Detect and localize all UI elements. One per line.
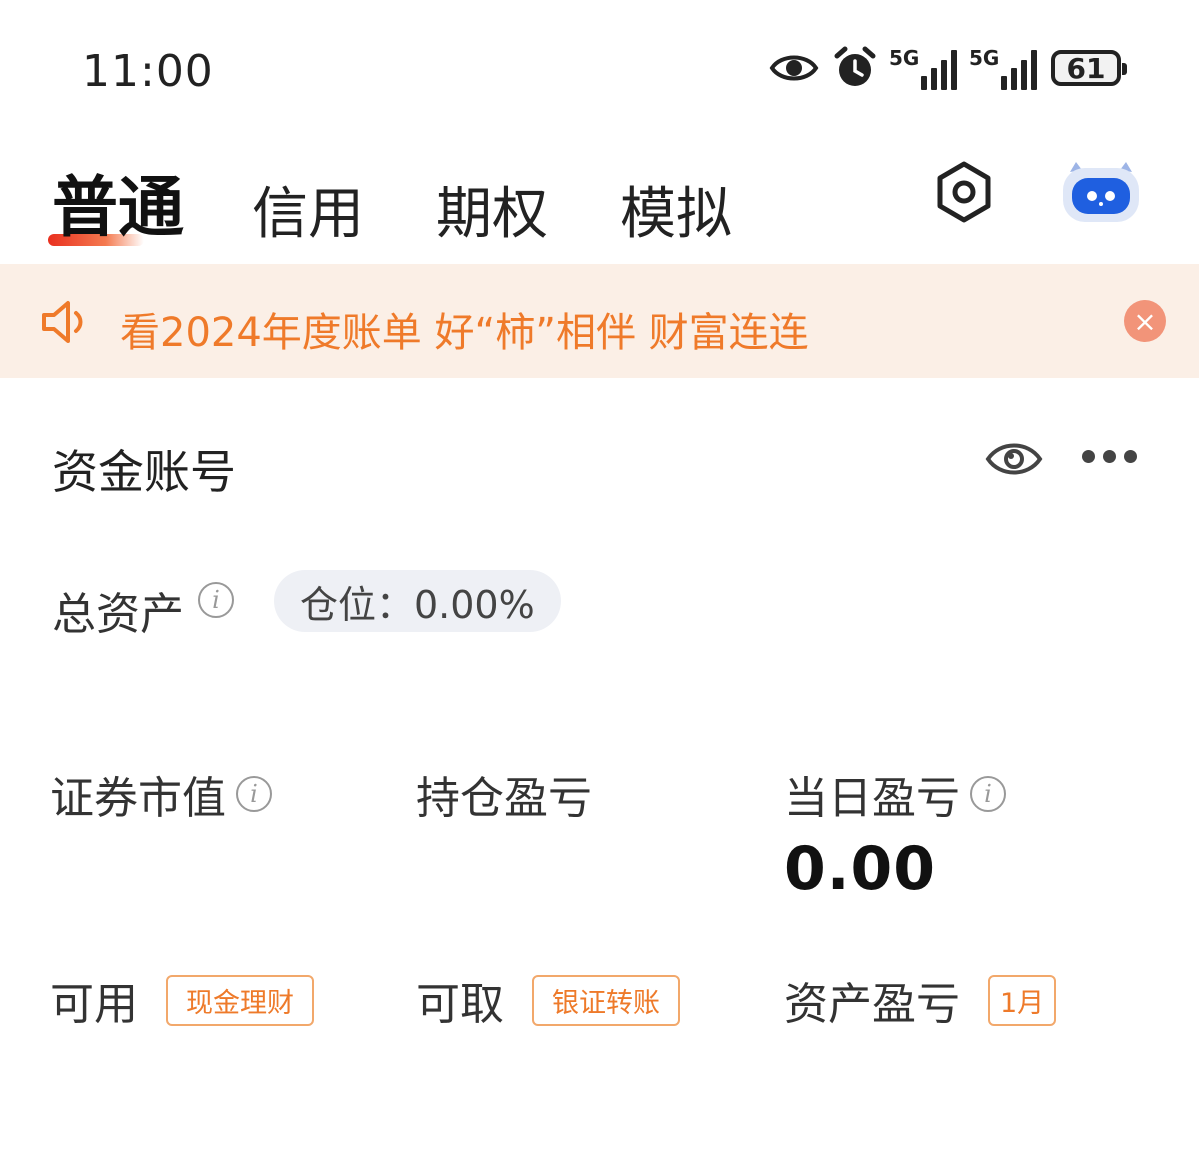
fund-account-label: 资金账号	[52, 445, 236, 499]
dot	[1103, 450, 1116, 463]
daily-pl-label: 当日盈亏	[784, 773, 960, 824]
banner-close-button[interactable]: ×	[1124, 300, 1166, 342]
alarm-icon	[834, 46, 876, 86]
dot	[1124, 450, 1137, 463]
info-icon[interactable]: i	[198, 582, 234, 618]
tab-normal[interactable]: 普通	[48, 154, 184, 250]
eye-toggle-icon[interactable]	[984, 436, 1044, 482]
info-icon[interactable]: i	[970, 776, 1006, 812]
dot	[1082, 450, 1095, 463]
market-value-label: 证券市值	[50, 773, 226, 824]
tab-options[interactable]: 期权	[436, 169, 548, 250]
settings-icon[interactable]	[932, 160, 996, 224]
withdrawable-label: 可取	[416, 979, 504, 1030]
total-assets-label: 总资产	[52, 589, 184, 640]
signal-5g-icon: 5G	[889, 46, 957, 90]
more-options-button[interactable]	[1082, 450, 1137, 463]
holding-pl-label: 持仓盈亏	[416, 773, 592, 824]
available-funds: 可用 现金理财	[50, 968, 314, 1032]
cash-management-button[interactable]: 现金理财	[166, 974, 314, 1026]
bank-transfer-button[interactable]: 银证转账	[532, 974, 680, 1026]
robot-assistant-icon[interactable]	[1060, 158, 1142, 224]
info-icon[interactable]: i	[236, 776, 272, 812]
position-ratio-badge: 仓位：0.00%	[274, 570, 561, 632]
tab-simulation[interactable]: 模拟	[620, 169, 732, 250]
battery-icon: 61	[1051, 50, 1127, 86]
month-selector-button[interactable]: 1月	[988, 974, 1057, 1026]
signal-5g-icon: 5G	[969, 46, 1037, 90]
banner-text[interactable]: 看2024年度账单 好“柿”相伴 财富连连	[120, 300, 809, 358]
status-time: 11:00	[82, 46, 214, 97]
available-label: 可用	[50, 979, 138, 1030]
status-icons: 5G 5G 61	[769, 46, 1127, 90]
daily-pl-value: 0.00	[784, 834, 937, 904]
tab-normal-label: 普通	[52, 168, 184, 246]
account-type-tabs: 普通 信用 期权 模拟	[48, 160, 804, 250]
asset-pl-label: 资产盈亏	[784, 979, 960, 1030]
tab-credit[interactable]: 信用	[252, 169, 364, 250]
withdrawable-funds: 可取 银证转账	[416, 968, 680, 1032]
market-value-metric: 证券市值 i	[50, 762, 272, 826]
asset-pl: 资产盈亏 1月	[784, 968, 1057, 1032]
holding-pl-metric: 持仓盈亏	[416, 762, 592, 826]
daily-pl-metric: 当日盈亏 i	[784, 762, 1006, 826]
speaker-icon	[42, 301, 83, 343]
eye-icon	[769, 55, 819, 81]
